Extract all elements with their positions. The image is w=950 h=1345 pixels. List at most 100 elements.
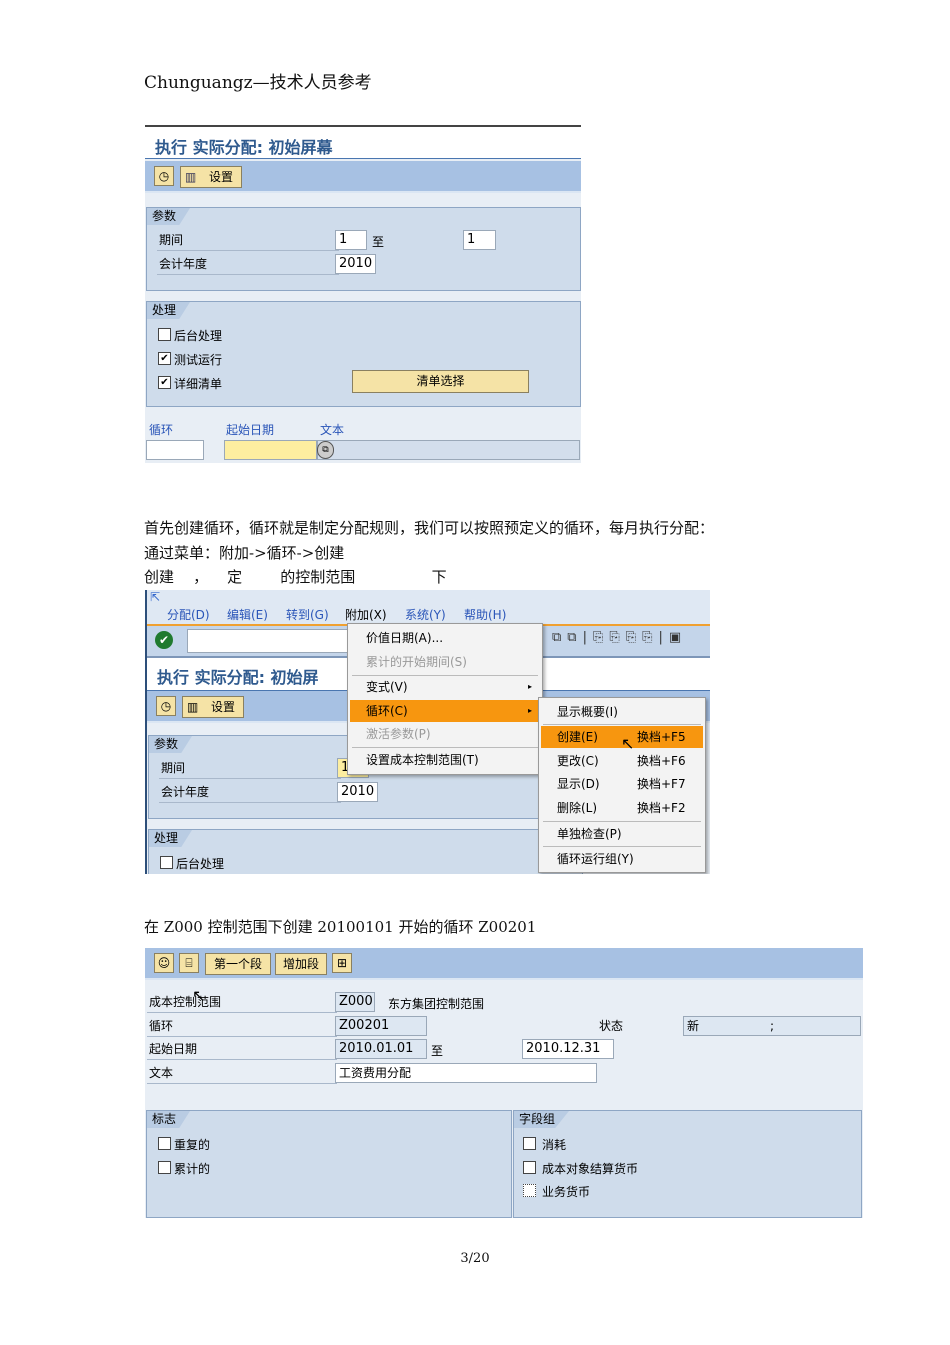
submenu-run-group[interactable]: 循环运行组(Y) xyxy=(541,848,703,870)
col-start-date: 起始日期 xyxy=(226,423,275,437)
submenu-overview[interactable]: 显示概要(I) xyxy=(541,701,703,723)
co-currency-checkbox[interactable] xyxy=(523,1161,536,1174)
to-label: 至 xyxy=(372,235,385,249)
transaction-currency-checkbox[interactable] xyxy=(523,1184,536,1197)
settings-button[interactable]: ▥ 设置 xyxy=(180,166,242,188)
fiscal-year-label: 会计年度 xyxy=(159,782,341,803)
co-currency-label: 成本对象结算货币 xyxy=(542,1162,639,1176)
field-group-panel: 字段组 消耗 成本对象结算货币 业务货币 xyxy=(513,1110,862,1218)
background-checkbox[interactable] xyxy=(158,328,171,341)
fiscal-year-input[interactable]: 2010 xyxy=(335,254,376,274)
screenshot-initial-screen: 执行 实际分配: 初始屏幕 ◷ ▥ 设置 参数 期间 1 至 1 会计年度 201… xyxy=(145,125,581,463)
settings-button[interactable]: ▥ 设置 xyxy=(182,696,244,718)
delete-label: 删除(L) xyxy=(557,801,598,815)
field-group-tab: 字段组 xyxy=(514,1111,570,1128)
menu-item-activate-params[interactable]: 激活参数(P) xyxy=(350,723,540,745)
hierarchy-icon[interactable]: ⊞ xyxy=(332,953,352,973)
list-selection-button[interactable]: 清单选择 xyxy=(352,370,529,393)
iterative-checkbox[interactable] xyxy=(158,1137,171,1150)
period-from-input[interactable]: 1 xyxy=(335,230,367,250)
status-value: 新 xyxy=(687,1019,700,1033)
shortcut: 换档+F2 xyxy=(637,801,686,815)
menu-item-cumulative-start[interactable]: 累计的开始期间(S) xyxy=(350,651,540,673)
transaction-currency-label: 业务货币 xyxy=(542,1185,591,1199)
processing-panel: 处理 后台处理 ✔ 测试运行 ✔ 详细清单 清单选择 xyxy=(146,301,581,407)
controlling-area-name: 东方集团控制范围 xyxy=(388,997,485,1011)
indicators-panel: 标志 重复的 累计的 xyxy=(146,1110,512,1218)
menu-system[interactable]: 系统(Y) xyxy=(405,606,446,623)
submenu-display[interactable]: 显示(D) 换档+F7 xyxy=(541,773,703,795)
system-menu-icon[interactable]: ⇱ xyxy=(150,590,160,604)
enter-check-icon[interactable]: ✔ xyxy=(155,631,173,649)
menu-goto[interactable]: 转到(G) xyxy=(286,606,329,623)
period-to-input[interactable]: 1 xyxy=(463,230,496,250)
iterative-label: 重复的 xyxy=(174,1138,211,1152)
test-run-label: 测试运行 xyxy=(174,353,223,367)
submenu-change[interactable]: 更改(C) 换档+F6 xyxy=(541,750,703,772)
caption: 在 Z000 控制范围下创建 20100101 开始的循环 Z00201 xyxy=(144,918,537,936)
execute-clock-icon[interactable]: ◷ xyxy=(156,696,176,716)
params-tab: 参数 xyxy=(147,208,191,225)
submenu-delete[interactable]: 删除(L) 换档+F2 xyxy=(541,797,703,819)
status-field: 新; xyxy=(683,1016,861,1036)
start-date-input[interactable] xyxy=(224,440,317,460)
test-run-checkbox[interactable]: ✔ xyxy=(158,352,171,365)
mouse-cursor-icon: ↖ xyxy=(621,734,635,753)
menu-extras[interactable]: 附加(X) xyxy=(345,606,387,623)
text-field[interactable] xyxy=(317,440,580,460)
screenshot-menu-path: ⇱ 分配(D) 编辑(E) 转到(G) 附加(X) 系统(Y) 帮助(H) ✔ … xyxy=(145,590,710,874)
end-date-input[interactable]: 2010.12.31 xyxy=(522,1039,614,1059)
submenu-arrow-icon: ▸ xyxy=(527,706,532,715)
settings-label: 设置 xyxy=(208,170,233,184)
binoculars-icon[interactable]: ⌸ xyxy=(179,953,199,973)
settings-label: 设置 xyxy=(210,700,235,714)
processing-tab: 处理 xyxy=(149,830,193,847)
menu-help[interactable]: 帮助(H) xyxy=(464,606,506,623)
screen-title: 执行 实际分配: 初始屏 xyxy=(157,668,319,687)
add-segment-button[interactable]: 增加段 xyxy=(275,953,327,975)
shortcut: 换档+F5 xyxy=(637,730,686,744)
menu-allocation[interactable]: 分配(D) xyxy=(167,606,210,623)
text-input[interactable]: 工资费用分配 xyxy=(335,1063,597,1083)
execute-clock-icon[interactable]: ◷ xyxy=(154,166,174,186)
shortcut: 换档+F6 xyxy=(637,754,686,768)
person-icon[interactable]: ☺ xyxy=(154,953,174,973)
shortcut: 换档+F7 xyxy=(637,777,686,791)
controlling-area-label: 成本控制范围 xyxy=(147,992,337,1013)
submenu-single-check[interactable]: 单独检查(P) xyxy=(541,823,703,845)
menu-item-cycle[interactable]: 循环(C) ▸ xyxy=(350,700,540,722)
cycle-field: Z00201 xyxy=(335,1016,427,1036)
status-label: 状态 xyxy=(599,1019,624,1033)
toolbar-icons[interactable]: ⧉⧉|⎘⎘⎘⎘|▣ xyxy=(552,630,687,645)
col-text: 文本 xyxy=(320,423,345,437)
to-label: 至 xyxy=(431,1044,444,1058)
menu-item-set-controlling-area[interactable]: 设置成本控制范围(T) xyxy=(350,749,540,771)
first-segment-button[interactable]: 第一个段 xyxy=(205,953,271,975)
processing-panel: 处理 后台处理 xyxy=(148,829,583,874)
document-page: Chunguangz—技术人员参考 执行 实际分配: 初始屏幕 ◷ ▥ 设置 参数… xyxy=(0,0,950,1345)
consumption-checkbox[interactable] xyxy=(523,1137,536,1150)
menu-item-value-date[interactable]: 价值日期(A)... xyxy=(350,627,540,649)
cumulative-checkbox[interactable] xyxy=(158,1161,171,1174)
cycle-submenu: 显示概要(I) 创建(E) 换档+F5 更改(C) 换档+F6 显示(D) 换档+F7… xyxy=(538,697,706,873)
cycle-input[interactable] xyxy=(146,440,204,460)
menu-item-variant[interactable]: 变式(V) ▸ xyxy=(350,676,540,698)
background-label: 后台处理 xyxy=(174,329,223,343)
consumption-label: 消耗 xyxy=(542,1138,567,1152)
background-checkbox[interactable] xyxy=(160,856,173,869)
command-field[interactable] xyxy=(187,629,349,653)
paragraph-line: 创建 ， 定 的控制范围 下 xyxy=(144,568,447,586)
screenshot-create-cycle: ☺ ⌸ 第一个段 增加段 ⊞ 成本控制范围 Z000 东方集团控制范围 循环 Z… xyxy=(145,948,863,1218)
screen-title: 执行 实际分配: 初始屏幕 xyxy=(155,138,333,157)
value-help-icon[interactable]: ⧉ xyxy=(317,441,334,459)
fiscal-year-label: 会计年度 xyxy=(157,254,339,275)
fiscal-year-input[interactable]: 2010 xyxy=(337,782,378,802)
params-tab: 参数 xyxy=(149,736,193,753)
col-cycle: 循环 xyxy=(149,423,174,437)
mouse-cursor-icon: ↖ xyxy=(192,986,206,1005)
period-label: 期间 xyxy=(159,758,341,779)
submenu-arrow-icon: ▸ xyxy=(527,682,532,691)
paragraph-line: 首先创建循环，循环就是制定分配规则，我们可以按照预定义的循环，每月执行分配： xyxy=(144,519,715,537)
detail-list-checkbox[interactable]: ✔ xyxy=(158,376,171,389)
menu-edit[interactable]: 编辑(E) xyxy=(227,606,268,623)
